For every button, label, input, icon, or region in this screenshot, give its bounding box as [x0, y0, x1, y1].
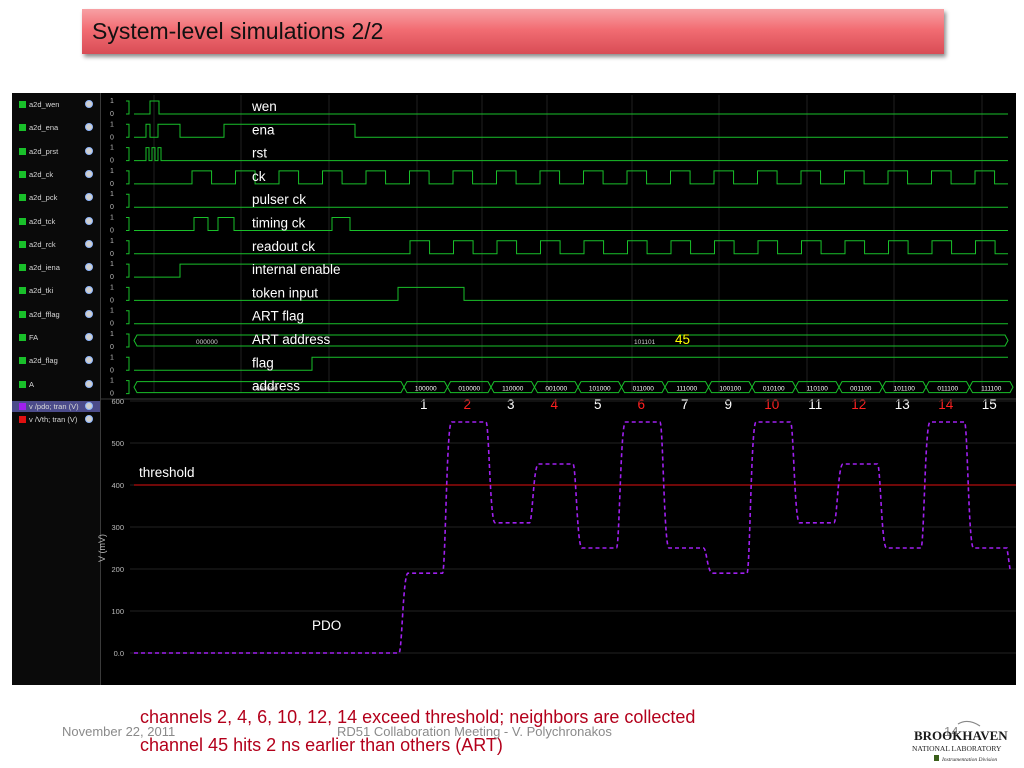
row-bracket [126, 380, 130, 395]
row-bracket [126, 147, 130, 162]
footer-date: November 22, 2011 [62, 724, 176, 739]
row-bracket [126, 356, 130, 371]
level-label-0: 0 [110, 251, 114, 258]
y-tick-label: 300 [111, 523, 124, 532]
level-label-1: 1 [110, 191, 114, 198]
level-label-1: 1 [110, 261, 114, 268]
signal-overlay-label: ena [252, 122, 275, 137]
level-label-0: 0 [110, 321, 114, 328]
row-bracket [126, 193, 130, 208]
waveform-canvas: 10101010101010101010101010000000 10110100… [97, 95, 1016, 658]
signal-overlay-label: flag [252, 355, 274, 370]
signal-overlay-label: internal enable [252, 262, 341, 277]
level-label-0: 0 [110, 204, 114, 211]
logo-line1: BROOKHAVEN [914, 728, 1008, 743]
row-bracket [126, 310, 130, 325]
level-label-1: 1 [110, 121, 114, 128]
level-label-0: 0 [110, 274, 114, 281]
level-label-0: 0 [110, 134, 114, 141]
level-label-1: 1 [110, 215, 114, 222]
level-label-1: 1 [110, 331, 114, 338]
level-label-1: 1 [110, 145, 114, 152]
address-bus-value: 011000 [633, 386, 655, 393]
level-label-1: 1 [110, 308, 114, 315]
y-tick-label: 500 [111, 439, 124, 448]
brookhaven-logo: BROOKHAVEN NATIONAL LABORATORY Instrumen… [912, 720, 1008, 763]
pdo-series-line [134, 421, 1011, 654]
level-label-0: 0 [110, 297, 114, 304]
address-bus-value: 011100 [937, 386, 958, 393]
signal-overlay-label: timing ck [252, 216, 306, 231]
footer-meeting: RD51 Collaboration Meeting - V. Polychro… [337, 724, 612, 739]
signal-overlay-label: rst [252, 146, 267, 161]
address-bus-value: 001100 [850, 386, 872, 393]
level-label-1: 1 [110, 168, 114, 175]
row-bracket [126, 123, 130, 138]
y-tick-label: 600 [111, 397, 124, 406]
level-label-1: 1 [110, 238, 114, 245]
threshold-annotation: threshold [139, 465, 195, 480]
address-bus-value: 111100 [981, 386, 1002, 393]
row-bracket [126, 240, 130, 255]
signal-overlay-label: token input [252, 285, 318, 300]
y-tick-label: 0.0 [114, 649, 124, 658]
y-axis-label: V (mV) [97, 534, 107, 562]
art-address-hit-value: 101101 [634, 339, 656, 346]
level-label-0: 0 [110, 344, 114, 351]
signal-overlay-label: address [252, 379, 300, 394]
address-bus-value: 101000 [589, 386, 611, 393]
logo-swoosh [957, 720, 981, 727]
logo-mark-icon [934, 755, 939, 761]
signal-overlay-label: wen [251, 99, 277, 114]
level-label-0: 0 [110, 367, 114, 374]
signal-overlay-label: ART flag [252, 309, 304, 324]
address-bus-value: 100100 [719, 386, 741, 393]
art-address-initial-value: 000000 [196, 339, 218, 346]
signal-overlay-label: pulser ck [252, 192, 306, 207]
address-bus-value: 010100 [763, 386, 785, 393]
row-bracket [126, 100, 130, 115]
row-bracket [126, 263, 130, 278]
y-tick-label: 100 [111, 607, 124, 616]
signal-overlay-label: ck [252, 169, 266, 184]
address-bus-value: 110100 [807, 386, 829, 393]
pdo-annotation: PDO [312, 618, 341, 633]
address-bus-value: 001000 [545, 386, 567, 393]
y-tick-label: 400 [111, 481, 124, 490]
y-tick-label: 200 [111, 565, 124, 574]
signal-overlay-label: ART address [252, 332, 331, 347]
level-label-0: 0 [110, 158, 114, 165]
logo-line2: NATIONAL LABORATORY [912, 744, 1002, 753]
slide-title: System-level simulations 2/2 [92, 18, 384, 44]
logo-line3: Instrumentation Division [941, 757, 997, 763]
art-channel-label: 45 [675, 332, 690, 347]
row-bracket [126, 286, 130, 301]
row-bracket [126, 170, 130, 185]
level-label-0: 0 [110, 181, 114, 188]
level-label-1: 1 [110, 354, 114, 361]
address-bus-value: 010000 [458, 386, 480, 393]
row-bracket [126, 333, 130, 348]
address-bus-value: 110000 [502, 386, 524, 393]
level-label-1: 1 [110, 98, 114, 105]
level-label-1: 1 [110, 284, 114, 291]
address-bus-value: 111000 [676, 386, 697, 393]
address-bus-value: 100000 [415, 386, 437, 393]
signal-overlay-label: readout ck [252, 239, 315, 254]
row-bracket [126, 217, 130, 231]
waveform-viewer: a2d_wen a2d_ena a2d_prst a2d_ck a2d_pck a2d_t… [12, 93, 1016, 685]
level-label-0: 0 [110, 228, 114, 235]
level-label-0: 0 [110, 111, 114, 118]
level-label-1: 1 [110, 378, 114, 385]
address-bus-value: 101100 [894, 386, 916, 393]
slide-title-bar: System-level simulations 2/2 [82, 9, 944, 54]
